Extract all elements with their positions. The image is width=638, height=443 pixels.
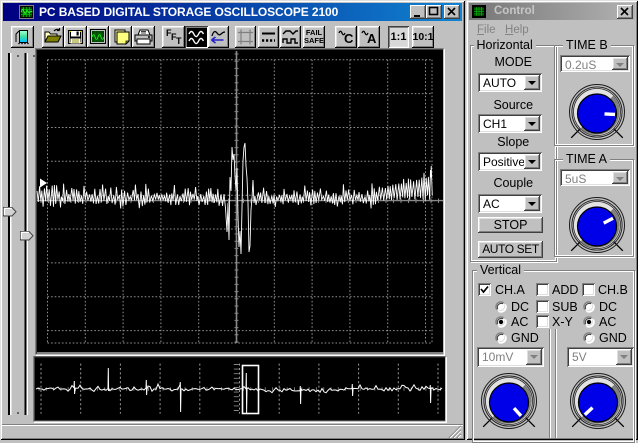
svg-text:A: A [367,31,377,46]
svg-text:T: T [176,36,182,46]
svg-text:C: C [344,31,354,46]
